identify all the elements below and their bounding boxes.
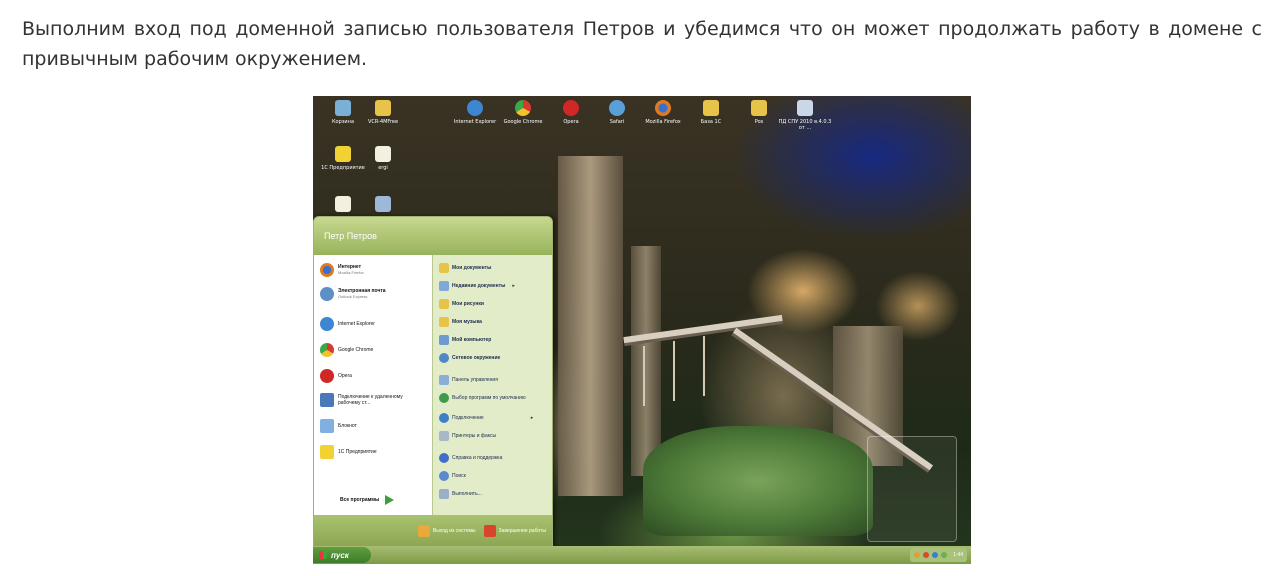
start-item-help[interactable]: Справка и поддержка: [439, 453, 502, 463]
bridge-rail: [703, 336, 705, 396]
power-icon: [483, 525, 496, 537]
start-menu-programs: Интернет Mozilla Firefox Электронная почт…: [314, 255, 432, 515]
windows-logo-icon: [319, 551, 327, 559]
start-item-opera[interactable]: Opera: [320, 369, 352, 383]
start-item-default-programs[interactable]: Выбор программ по умолчанию: [439, 393, 532, 403]
folder-icon: [703, 100, 719, 116]
start-item-notepad[interactable]: Блокнот: [320, 419, 357, 433]
play-arrow-icon: [385, 495, 395, 505]
safari-icon: [609, 100, 625, 116]
recent-documents-icon: [439, 281, 449, 291]
recycle-bin-icon: [335, 100, 351, 116]
start-item-google-chrome[interactable]: Google Chrome: [320, 343, 373, 357]
tray-icon[interactable]: [914, 552, 921, 558]
start-item-network[interactable]: Сетевое окружение: [439, 353, 500, 363]
cave-pillar: [558, 156, 623, 496]
tray-icon[interactable]: [941, 552, 948, 558]
start-item-printers[interactable]: Принтеры и факсы: [439, 431, 496, 441]
start-item-my-computer[interactable]: Мой компьютер: [439, 335, 491, 345]
image-icon: [375, 196, 391, 212]
start-menu: Петр Петров Интернет Mozilla Firefox Элек…: [313, 216, 553, 548]
bridge-rail: [673, 341, 675, 401]
folder-icon: [375, 100, 391, 116]
search-icon: [439, 471, 449, 481]
bridge-rail: [643, 346, 645, 406]
tray-icon[interactable]: [932, 552, 939, 558]
firefox-icon: [320, 263, 334, 277]
document-icon: [375, 146, 391, 162]
logoff-button[interactable]: Выход из системы: [417, 525, 476, 537]
computer-icon: [439, 335, 449, 345]
underground-lake: [643, 426, 873, 536]
cave-pillar: [631, 246, 661, 476]
opera-icon: [563, 100, 579, 116]
help-icon: [439, 453, 449, 463]
desktop-icon-vcr[interactable]: VCR-4MFree: [355, 100, 411, 125]
start-menu-header: Петр Петров: [314, 217, 552, 255]
start-item-search[interactable]: Поиск: [439, 471, 466, 481]
start-item-internet-explorer[interactable]: Internet Explorer: [320, 317, 375, 331]
start-item-connect[interactable]: Подключение ▸: [439, 413, 533, 423]
desktop-icon-pd-spu[interactable]: ПД СПУ 2010 в.4.0.3 от ...: [777, 100, 833, 131]
outlook-express-icon: [320, 287, 334, 301]
user-name: Петр Петров: [324, 231, 377, 241]
logoff-icon: [417, 525, 430, 537]
start-item-run[interactable]: Выполнить...: [439, 489, 482, 499]
document-icon: [335, 196, 351, 212]
notepad-icon: [320, 419, 334, 433]
folder-icon: [439, 299, 449, 309]
tray-icon[interactable]: [923, 552, 930, 558]
ie-icon: [467, 100, 483, 116]
opera-icon: [320, 369, 334, 383]
folder-icon: [751, 100, 767, 116]
ie-icon: [320, 317, 334, 331]
chrome-icon: [320, 343, 334, 357]
start-item-my-documents[interactable]: Мои документы: [439, 263, 491, 273]
article-paragraph: Выполним вход под доменной записью польз…: [22, 18, 1262, 70]
start-item-1c[interactable]: 1С Предприятие: [320, 445, 377, 459]
start-item-my-pictures[interactable]: Мои рисунки: [439, 299, 484, 309]
taskbar: пуск 1:44: [313, 546, 971, 564]
app-icon: [797, 100, 813, 116]
start-item-recent-documents[interactable]: Недавние документы ▸: [439, 281, 515, 291]
all-programs-button[interactable]: Все программы: [340, 495, 395, 505]
start-menu-places: Мои документы Недавние документы ▸ Мои р…: [432, 255, 552, 515]
start-item-email[interactable]: Электронная почта Outlook Express: [320, 287, 386, 301]
submenu-arrow-icon: ▸: [512, 283, 515, 289]
1c-icon: [335, 146, 351, 162]
shutdown-button[interactable]: Завершение работы: [483, 525, 546, 537]
network-icon: [439, 353, 449, 363]
folder-icon: [439, 317, 449, 327]
start-menu-footer: Выход из системы Завершение работы: [314, 515, 552, 547]
folder-icon: [439, 263, 449, 273]
run-icon: [439, 489, 449, 499]
start-item-remote-desktop[interactable]: Подключение к удаленному рабочему ст...: [320, 393, 416, 407]
control-panel-icon: [439, 375, 449, 385]
windows-xp-screenshot: Корзина VCR-4MFree Internet Explorer Goo…: [313, 96, 971, 564]
clock[interactable]: 1:44: [953, 552, 963, 558]
start-item-internet[interactable]: Интернет Mozilla Firefox: [320, 263, 364, 277]
chrome-icon: [515, 100, 531, 116]
start-item-control-panel[interactable]: Панель управления: [439, 375, 498, 385]
connect-icon: [439, 413, 449, 423]
desktop-icon[interactable]: [355, 196, 411, 212]
firefox-icon: [655, 100, 671, 116]
default-programs-icon: [439, 393, 449, 403]
printer-icon: [439, 431, 449, 441]
system-tray: 1:44: [910, 548, 967, 562]
start-item-my-music[interactable]: Моя музыка: [439, 317, 482, 327]
1c-icon: [320, 445, 334, 459]
submenu-arrow-icon: ▸: [530, 415, 534, 421]
start-button[interactable]: пуск: [313, 547, 371, 563]
desktop-icon-ergi[interactable]: ergi: [355, 146, 411, 171]
desktop-gadget: [867, 436, 957, 542]
remote-desktop-icon: [320, 393, 334, 407]
